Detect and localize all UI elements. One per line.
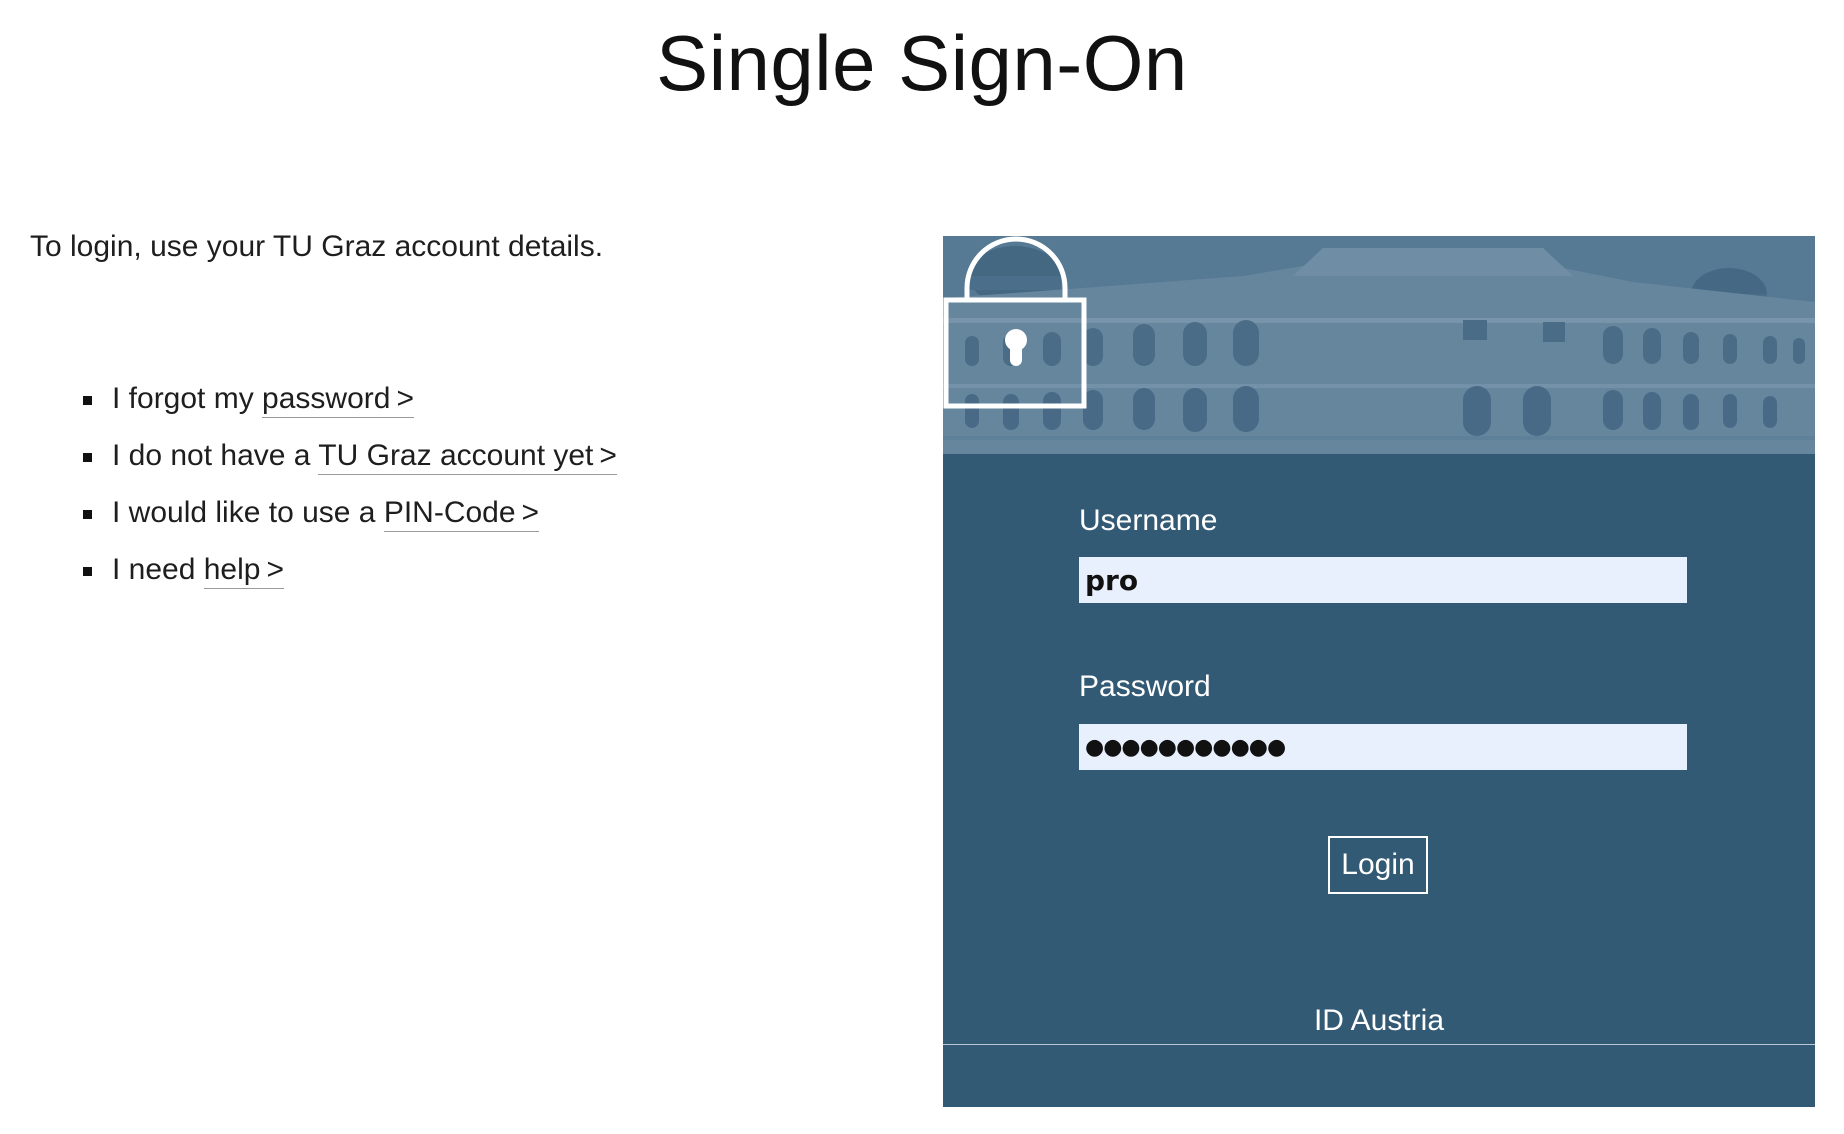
- list-item-no-account: I do not have a TU Graz account yet >: [80, 427, 617, 484]
- bullet-icon: [83, 567, 92, 576]
- username-label: Username: [1079, 504, 1218, 537]
- intro-text: To login, use your TU Graz account detai…: [30, 230, 604, 263]
- login-panel: Username Password Login ID Austria: [943, 236, 1815, 1107]
- help-link[interactable]: help >: [203, 553, 284, 589]
- link-prefix: I would like to use a: [112, 496, 384, 529]
- bullet-icon: [83, 396, 92, 405]
- forgot-password-link[interactable]: password >: [262, 382, 414, 418]
- bullet-icon: [83, 453, 92, 462]
- list-item-pin-code: I would like to use a PIN-Code >: [80, 484, 617, 541]
- list-item-help: I need help >: [80, 541, 617, 598]
- link-prefix: I need: [112, 553, 204, 586]
- password-input[interactable]: [1079, 724, 1687, 770]
- chevron-right-icon: >: [521, 496, 540, 529]
- id-austria-link[interactable]: ID Austria: [943, 1004, 1815, 1038]
- list-item-forgot-password: I forgot my password >: [80, 370, 617, 427]
- login-button[interactable]: Login: [1328, 836, 1428, 894]
- university-building-image: [943, 236, 1815, 454]
- chevron-right-icon: >: [396, 382, 414, 415]
- link-prefix: I forgot my: [112, 382, 263, 415]
- bullet-icon: [83, 510, 92, 519]
- link-prefix: I do not have a: [112, 439, 319, 472]
- pin-code-link[interactable]: PIN-Code >: [383, 496, 540, 532]
- password-label: Password: [1079, 670, 1211, 703]
- create-account-link[interactable]: TU Graz account yet >: [318, 439, 617, 475]
- help-links-list: I forgot my password > I do not have a TU…: [80, 370, 617, 598]
- chevron-right-icon: >: [599, 439, 617, 472]
- sso-page: Single Sign-On To login, use your TU Gra…: [0, 0, 1844, 1134]
- username-input[interactable]: [1079, 557, 1687, 603]
- lock-icon: [943, 236, 1087, 409]
- page-title: Single Sign-On: [656, 19, 1188, 107]
- divider: [943, 1044, 1815, 1045]
- chevron-right-icon: >: [266, 553, 284, 586]
